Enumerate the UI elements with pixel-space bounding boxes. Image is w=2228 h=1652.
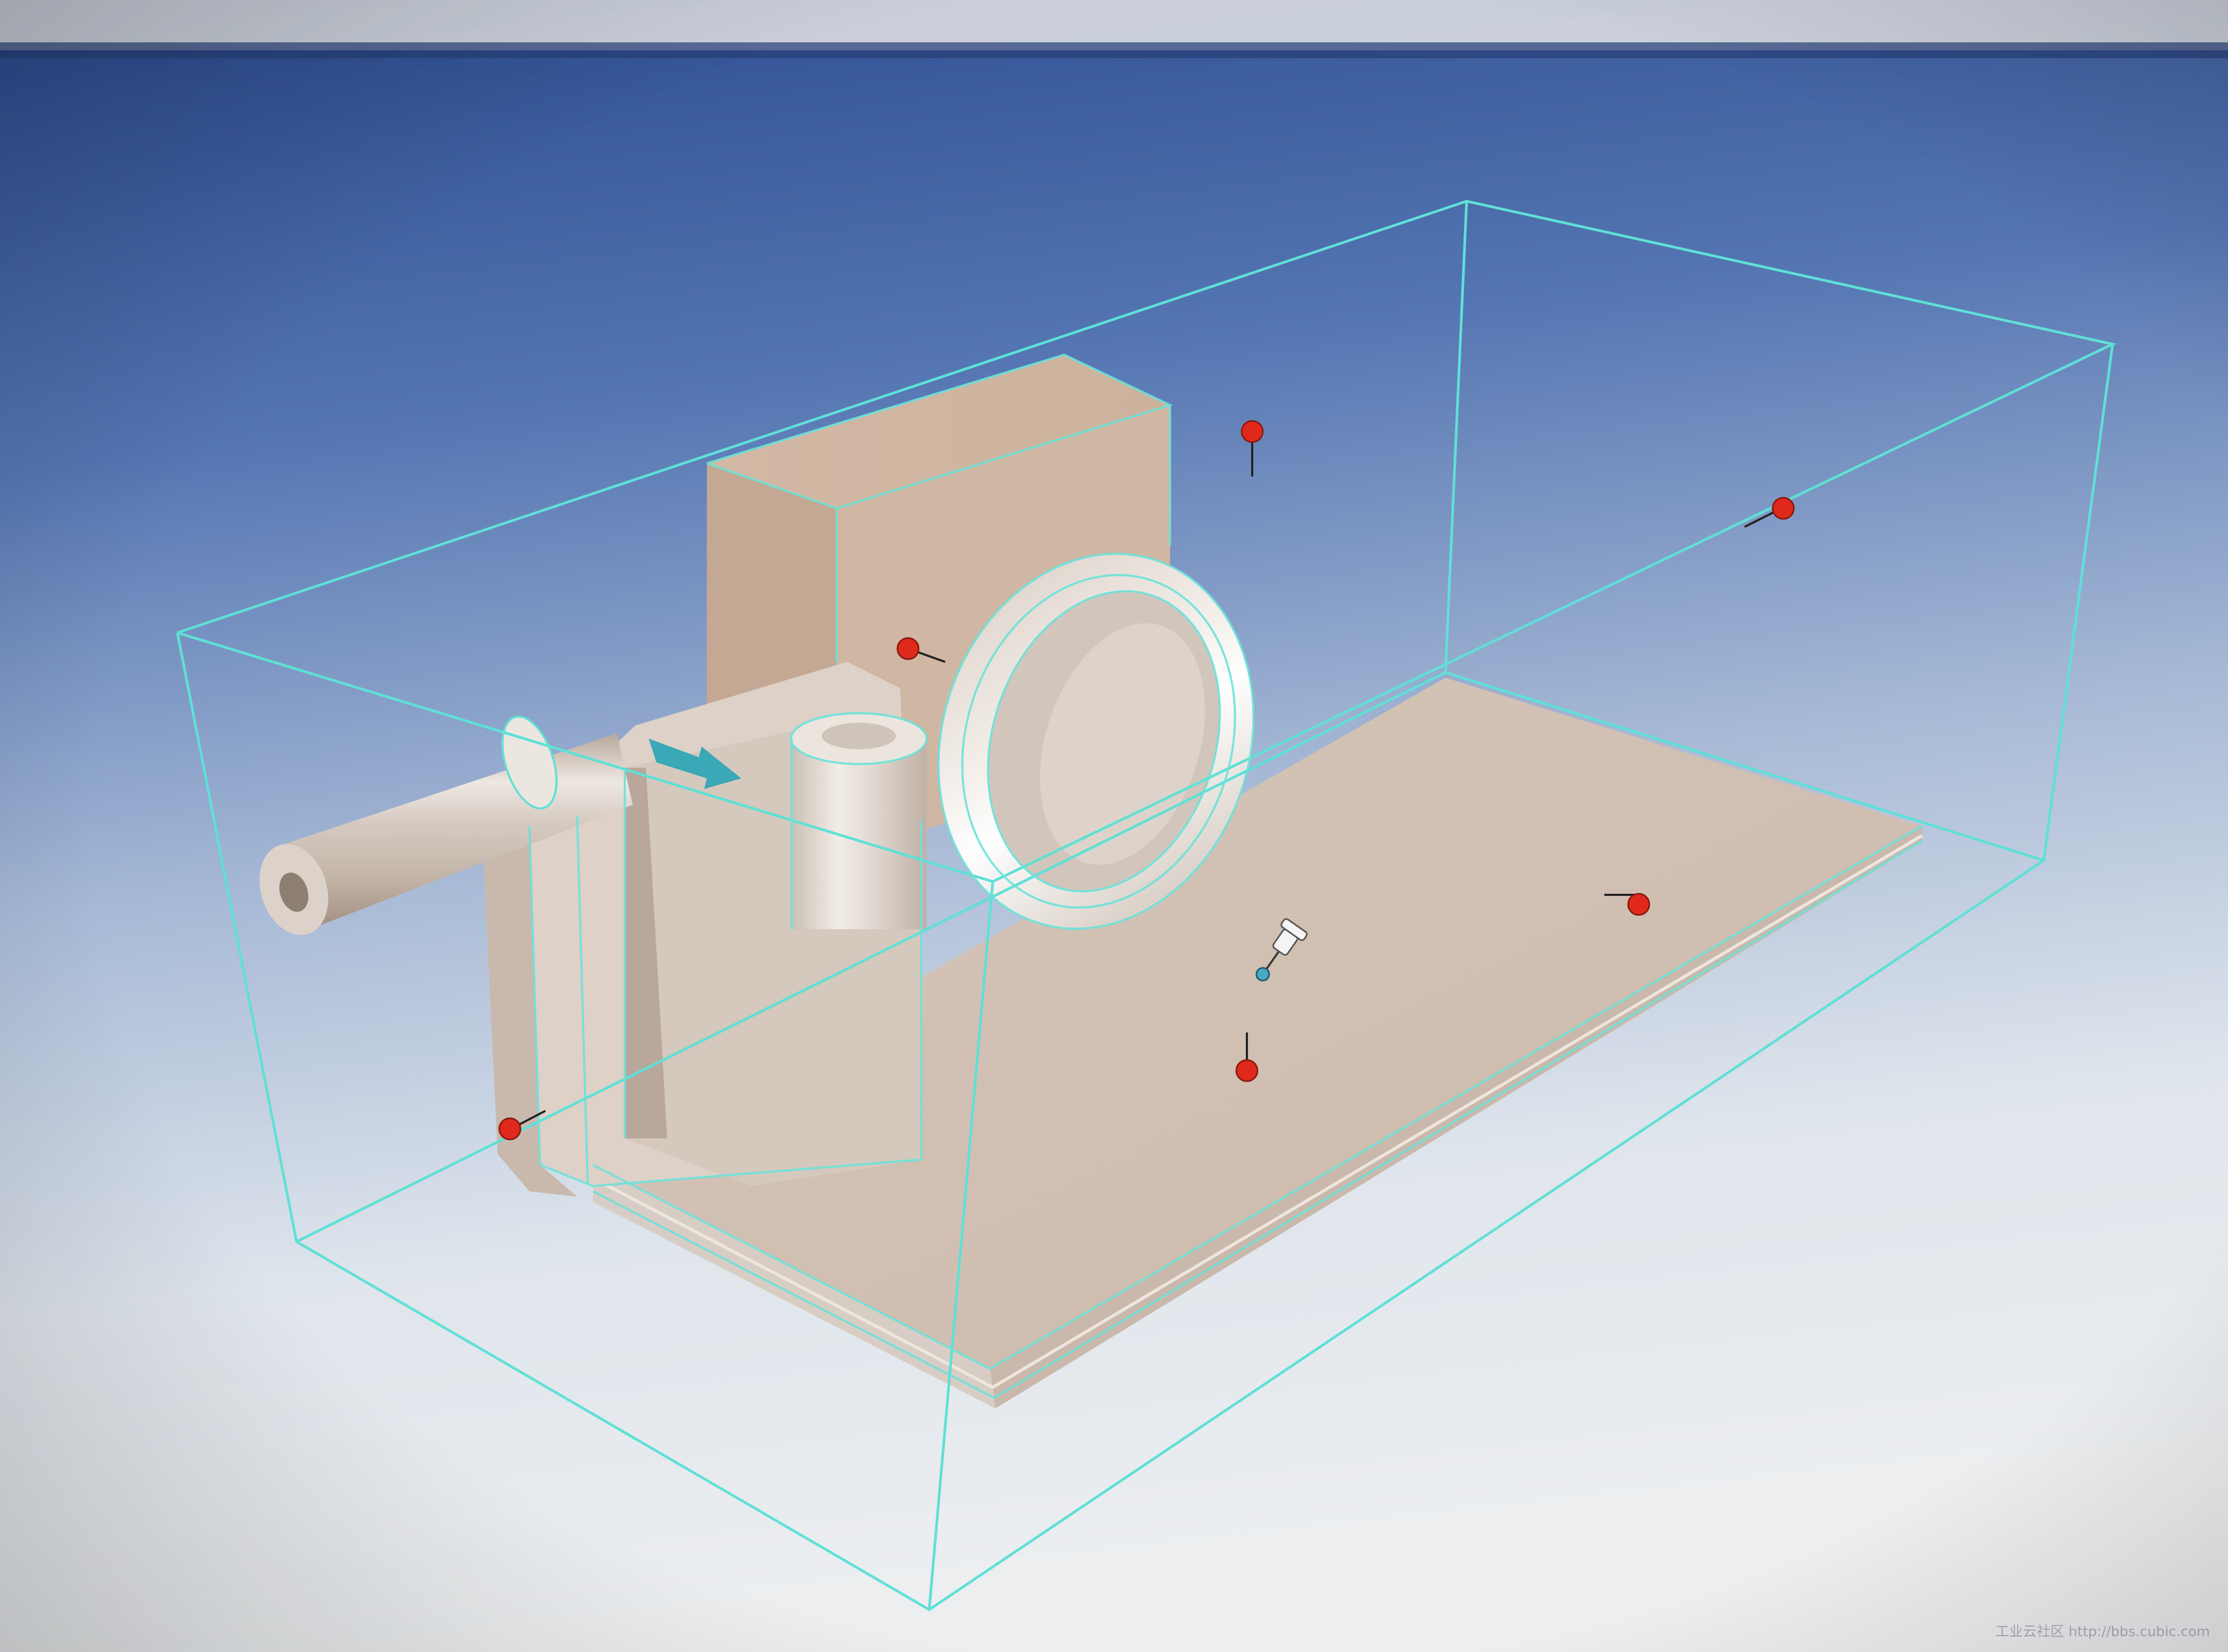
watermark-text: 工业云社区 http://bbs.cubic.com <box>1995 1624 2210 1640</box>
3d-model-canvas[interactable] <box>0 0 2228 1652</box>
photo-vignette <box>0 0 2228 1652</box>
cad-viewport[interactable]: 工业云社区 http://bbs.cubic.com <box>0 0 2228 1652</box>
